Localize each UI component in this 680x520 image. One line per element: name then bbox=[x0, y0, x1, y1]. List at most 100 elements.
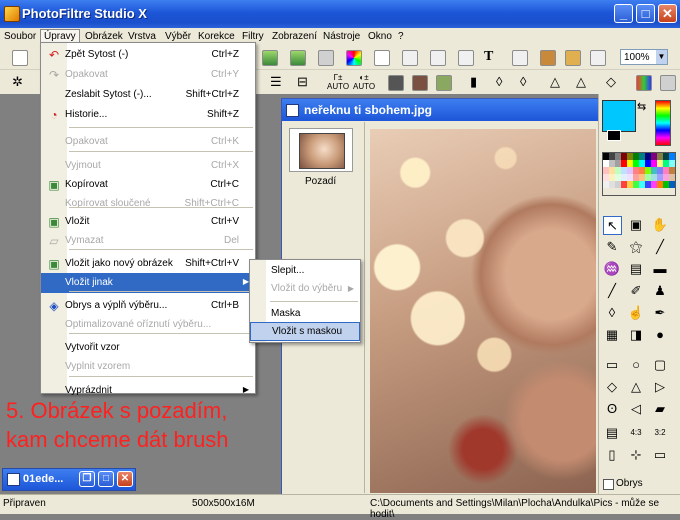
smudge-icon[interactable]: ☝ bbox=[627, 304, 645, 322]
image-window-title-bar[interactable]: neřeknu ti sbohem.jpg bbox=[282, 99, 598, 121]
triangle-icon[interactable]: △ bbox=[627, 378, 645, 396]
canvas-image[interactable] bbox=[370, 129, 596, 493]
edit-menu-item[interactable]: Vložit jinak ▶ bbox=[41, 273, 255, 293]
rounded-rect-icon[interactable]: ▢ bbox=[651, 356, 669, 374]
hand-icon[interactable]: ✋ bbox=[651, 216, 669, 234]
eyedropper-icon[interactable]: ✎ bbox=[603, 238, 621, 256]
pattern-icon[interactable] bbox=[436, 75, 452, 91]
clone-icon[interactable]: ◨ bbox=[627, 326, 645, 344]
drop-icon[interactable]: ◊ bbox=[520, 74, 526, 89]
chevron-down-icon[interactable]: ▼ bbox=[656, 50, 667, 64]
ratio-43-icon[interactable]: 4:3 bbox=[627, 424, 645, 442]
outline-checkbox[interactable] bbox=[603, 479, 614, 490]
canvas-size-icon[interactable] bbox=[430, 50, 446, 66]
grayscale-icon[interactable] bbox=[318, 50, 334, 66]
menu-help[interactable]: ? bbox=[398, 31, 404, 42]
menu-vyber[interactable]: Výběr bbox=[165, 31, 191, 42]
minimized-window[interactable]: 01ede... ❐ □ ✕ bbox=[2, 468, 136, 491]
edit-menu-item[interactable]: Vytvořit vzor bbox=[41, 338, 255, 358]
menu-filtry[interactable]: Filtry bbox=[242, 31, 264, 42]
restore-button[interactable]: ❐ bbox=[79, 471, 95, 487]
palette-swatch[interactable] bbox=[669, 181, 675, 188]
spray-icon[interactable]: ▤ bbox=[627, 260, 645, 278]
strawberry-icon[interactable]: ● bbox=[651, 326, 669, 344]
advanced-brush-icon[interactable]: ✐ bbox=[627, 282, 645, 300]
palette-swatch[interactable] bbox=[669, 167, 675, 174]
magic-wand-icon[interactable]: ⚝ bbox=[627, 238, 645, 256]
edit-menu-item[interactable]: ▣ Vložit jako nový obrázek Shift+Ctrl+V bbox=[41, 254, 255, 274]
drop-icon[interactable]: ◊ bbox=[496, 74, 502, 89]
background-color-swatch[interactable] bbox=[607, 130, 621, 141]
palette-swatch[interactable] bbox=[669, 160, 675, 167]
edit-menu-item[interactable]: ◔ Historie... Shift+Z bbox=[41, 105, 255, 125]
dodge-icon[interactable]: ✒ bbox=[651, 304, 669, 322]
edit-menu-item[interactable]: ↶ Zpět Sytost (-) Ctrl+Z bbox=[41, 45, 255, 65]
hue-strip[interactable] bbox=[655, 100, 671, 146]
palette-swatch[interactable] bbox=[669, 174, 675, 181]
blur-icon[interactable]: ◇ bbox=[606, 74, 616, 90]
brush-icon[interactable]: ╱ bbox=[603, 282, 621, 300]
crop-icon[interactable] bbox=[458, 50, 474, 66]
contrast-icon[interactable]: ▮ bbox=[470, 74, 477, 90]
line-icon[interactable]: ╱ bbox=[651, 238, 669, 256]
grid-icon[interactable] bbox=[388, 75, 404, 91]
menu-nastroje[interactable]: Nástroje bbox=[323, 31, 360, 42]
paste-submenu-item[interactable]: Slepit... bbox=[250, 262, 360, 281]
ratio-32-icon[interactable]: 3:2 bbox=[651, 424, 669, 442]
image-icon[interactable] bbox=[262, 50, 278, 66]
filter-icon[interactable] bbox=[374, 50, 390, 66]
size-icon[interactable]: ▤ bbox=[603, 424, 621, 442]
puzzle-icon[interactable] bbox=[565, 50, 581, 66]
sharpen-icon[interactable]: △ bbox=[550, 74, 560, 90]
color-icon[interactable] bbox=[346, 50, 362, 66]
auto-levels-icon[interactable]: ◐± AUTO bbox=[353, 73, 375, 91]
new-file-icon[interactable] bbox=[12, 50, 28, 66]
rectangle-icon[interactable]: ▭ bbox=[603, 356, 621, 374]
align-icon[interactable]: ☰ bbox=[270, 74, 282, 90]
edit-menu-item[interactable]: ▣ Vložit Ctrl+V bbox=[41, 212, 255, 232]
text-tool-icon[interactable]: T bbox=[484, 49, 493, 65]
open-folder-icon[interactable]: ▰ bbox=[651, 400, 669, 418]
lasso-icon[interactable]: ʘ bbox=[603, 400, 621, 418]
eraser-icon[interactable]: ▬ bbox=[651, 260, 669, 278]
swap-colors-icon[interactable]: ⇆ bbox=[637, 100, 646, 113]
close-button[interactable]: ✕ bbox=[658, 4, 677, 23]
edit-menu-item[interactable]: Vyprázdnit ▶ bbox=[41, 381, 255, 401]
layer-thumbnail[interactable] bbox=[289, 128, 353, 172]
portrait-icon[interactable]: ▯ bbox=[603, 446, 621, 464]
image-size-icon[interactable] bbox=[402, 50, 418, 66]
blur-drop-icon[interactable]: ◊ bbox=[603, 304, 621, 322]
fill-icon[interactable]: ♒ bbox=[603, 260, 621, 278]
menu-zobrazeni[interactable]: Zobrazení bbox=[272, 31, 317, 42]
sharpen-icon[interactable]: △ bbox=[576, 74, 586, 90]
menu-obrazek[interactable]: Obrázek bbox=[85, 31, 123, 42]
diamond-icon[interactable]: ◇ bbox=[603, 378, 621, 396]
minimize-button[interactable]: _ bbox=[614, 4, 633, 23]
ellipse-icon[interactable]: ○ bbox=[627, 356, 645, 374]
palette-swatch[interactable] bbox=[669, 153, 675, 160]
close-button[interactable]: ✕ bbox=[117, 471, 133, 487]
edit-menu-item[interactable]: Zeslabit Sytost (-)... Shift+Ctrl+Z bbox=[41, 85, 255, 105]
menu-okno[interactable]: Okno bbox=[368, 31, 392, 42]
auto-contrast-icon[interactable]: Γ± AUTO bbox=[327, 73, 349, 91]
channel-icon[interactable] bbox=[660, 75, 676, 91]
window-tool-icon[interactable]: ▭ bbox=[651, 446, 669, 464]
menu-soubor[interactable]: Soubor bbox=[4, 31, 36, 42]
edit-menu-item[interactable]: ◈ Obrys a výplň výběru... Ctrl+B bbox=[41, 296, 255, 316]
layer-tool-icon[interactable]: ▣ bbox=[627, 216, 645, 234]
image-icon[interactable] bbox=[290, 50, 306, 66]
paste-submenu-item[interactable]: Vložit s maskou bbox=[250, 322, 360, 341]
edit-menu-item[interactable]: ▣ Kopírovat Ctrl+C bbox=[41, 175, 255, 195]
frame-icon[interactable] bbox=[512, 50, 528, 66]
menu-vrstva[interactable]: Vrstva bbox=[128, 31, 156, 42]
levels-icon[interactable]: ⊟ bbox=[297, 74, 308, 90]
foreground-color-swatch[interactable] bbox=[602, 100, 636, 132]
sparkle-icon[interactable]: ✲ bbox=[12, 74, 23, 90]
pattern-tool-icon[interactable]: ▦ bbox=[603, 326, 621, 344]
texture-icon[interactable] bbox=[412, 75, 428, 91]
polygon-lasso-icon[interactable]: ◁ bbox=[627, 400, 645, 418]
selection-tool-icon[interactable]: ↖ bbox=[603, 216, 622, 235]
color-palette[interactable] bbox=[602, 152, 676, 196]
window-icon[interactable] bbox=[590, 50, 606, 66]
triangle-right-icon[interactable]: ▷ bbox=[651, 378, 669, 396]
